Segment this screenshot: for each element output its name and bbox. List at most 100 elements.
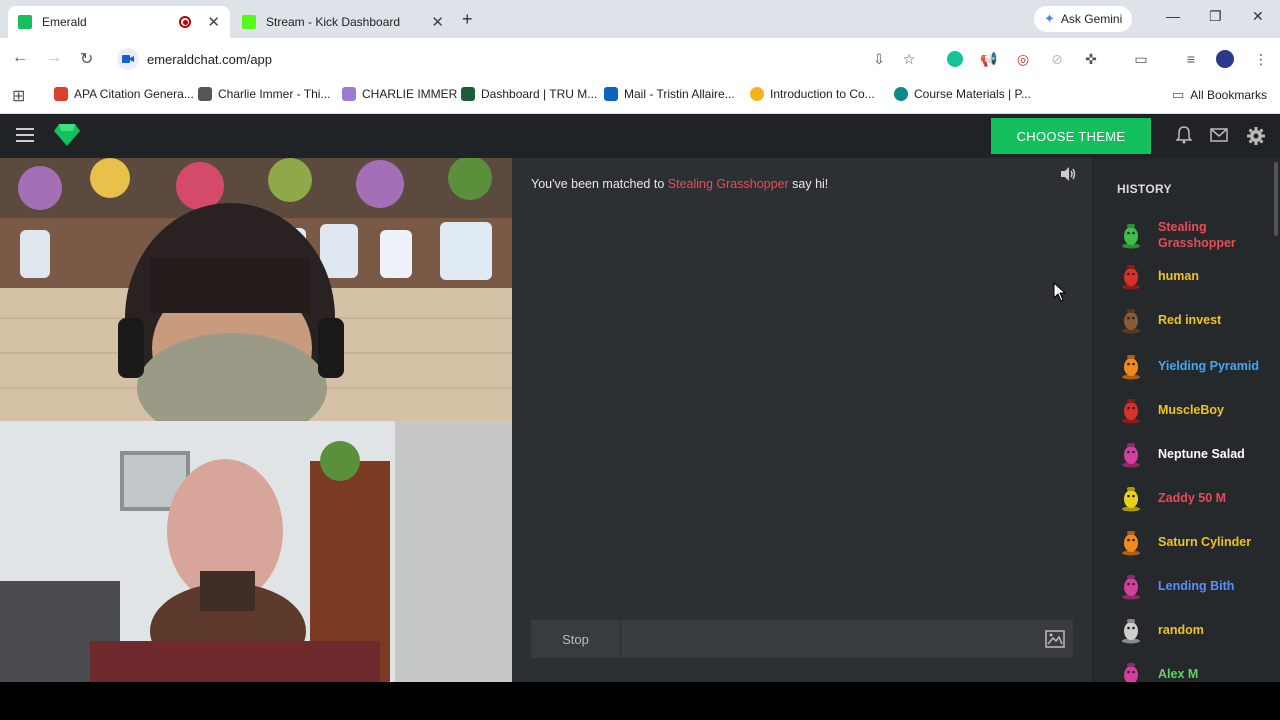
stop-button[interactable]: Stop [531, 620, 621, 658]
all-bookmarks-button[interactable]: ▭ All Bookmarks [1172, 87, 1267, 103]
address-bar[interactable]: emeraldchat.com/app [112, 44, 922, 74]
kick-favicon-icon [242, 15, 256, 29]
history-item-name: Yielding Pyramid [1158, 359, 1259, 373]
close-window-icon[interactable]: ✕ [1252, 8, 1264, 25]
history-item[interactable]: human [1117, 262, 1267, 290]
bookmark-item[interactable]: Introduction to Co... [750, 87, 875, 101]
bookmark-favicon-icon [604, 87, 618, 101]
volume-speaker-icon[interactable] [1060, 166, 1076, 187]
folder-icon: ▭ [1172, 87, 1185, 102]
close-tab-icon[interactable]: ✕ [207, 13, 220, 31]
bookmark-favicon-icon [54, 87, 68, 101]
chat-message-input[interactable] [623, 620, 1033, 658]
history-item[interactable]: Red invest [1117, 306, 1267, 334]
history-item-name: Alex M [1158, 667, 1199, 681]
messages-mail-icon[interactable] [1210, 128, 1228, 147]
avatar-icon [1117, 306, 1145, 334]
bookmark-favicon-icon [894, 87, 908, 101]
extensions-puzzle-icon[interactable]: ✜ [1082, 50, 1100, 68]
screen-capture-extension-icon[interactable]: ◎ [1014, 50, 1032, 68]
image-upload-icon[interactable] [1045, 629, 1065, 654]
bookmark-favicon-icon [342, 87, 356, 101]
mouse-cursor-icon [1053, 281, 1067, 307]
close-tab-icon[interactable]: ✕ [431, 13, 444, 31]
avatar-icon [1117, 221, 1145, 249]
hamburger-menu-icon[interactable] [16, 128, 34, 142]
minimize-icon[interactable]: — [1166, 8, 1180, 24]
chat-pane: You've been matched to Stealing Grasshop… [512, 158, 1092, 682]
history-item-name: random [1158, 623, 1204, 637]
history-item-name: Lending Bith [1158, 579, 1235, 593]
history-item-name: Saturn Cylinder [1158, 535, 1252, 549]
tab-emerald[interactable]: Emerald ✕ [8, 6, 230, 38]
history-item[interactable]: Zaddy 50 M [1117, 484, 1267, 512]
app-header: CHOOSE THEME [0, 114, 1280, 158]
history-item[interactable]: MuscleBoy [1117, 396, 1267, 424]
tab-title: Stream - Kick Dashboard [266, 15, 401, 29]
avatar-icon [1117, 660, 1145, 682]
browser-tab-strip: Emerald ✕ Stream - Kick Dashboard ✕ + ✦ … [0, 0, 1280, 38]
restore-icon[interactable]: ❐ [1209, 8, 1222, 25]
forward-icon[interactable]: → [46, 49, 62, 67]
self-video-feed [0, 421, 512, 682]
grammarly-extension-icon[interactable] [946, 50, 964, 68]
history-item[interactable]: Neptune Salad [1117, 440, 1267, 468]
history-item-name: Neptune Salad [1158, 447, 1245, 461]
browser-toolbar: ← → ↻ emeraldchat.com/app ⇩ ☆ 📢 ◎ ⊘ ✜ ▭ … [0, 38, 1280, 80]
bookmark-item[interactable]: APA Citation Genera... [54, 87, 194, 101]
match-suffix: say hi! [792, 177, 829, 191]
match-message: You've been matched to Stealing Grasshop… [531, 177, 828, 191]
tab-kick-dashboard[interactable]: Stream - Kick Dashboard ✕ [232, 6, 454, 38]
screen-bottom-edge [0, 682, 1280, 720]
history-item[interactable]: Lending Bith [1117, 572, 1267, 600]
bookmark-star-icon[interactable]: ☆ [900, 50, 918, 68]
history-item[interactable]: Yielding Pyramid [1117, 352, 1267, 380]
history-item[interactable]: Stealing Grasshopper [1117, 219, 1267, 251]
avatar-icon [1117, 352, 1145, 380]
history-scrollbar[interactable] [1274, 162, 1278, 236]
profile-avatar-icon[interactable] [1216, 50, 1234, 68]
history-item[interactable]: Saturn Cylinder [1117, 528, 1267, 556]
chat-input-bar: Stop [531, 620, 1073, 658]
bookmark-item[interactable]: Mail - Tristin Allaire... [604, 87, 735, 101]
history-item-name: Stealing Grasshopper [1158, 220, 1236, 250]
bookmark-item[interactable]: Dashboard | TRU M... [461, 87, 597, 101]
new-tab-icon[interactable]: + [462, 9, 473, 30]
tab-title: Emerald [42, 15, 87, 29]
notifications-bell-icon[interactable] [1175, 126, 1193, 149]
partner-video-feed [0, 158, 512, 421]
history-item-name: MuscleBoy [1158, 403, 1224, 417]
emerald-favicon-icon [18, 15, 32, 29]
site-info-icon[interactable] [117, 48, 139, 70]
ask-gemini-button[interactable]: ✦ Ask Gemini [1034, 6, 1133, 32]
cast-icon[interactable]: ▭ [1132, 50, 1150, 68]
video-pane [0, 158, 512, 682]
bookmark-favicon-icon [750, 87, 764, 101]
bookmark-item[interactable]: Course Materials | P... [894, 87, 1031, 101]
reload-icon[interactable]: ↻ [80, 49, 93, 69]
megaphone-extension-icon[interactable]: 📢 [980, 50, 998, 68]
bookmark-item[interactable]: Charlie Immer - Thi... [198, 87, 330, 101]
history-pane: HISTORY Stealing Grasshopper human Red inv… [1092, 158, 1280, 682]
back-icon[interactable]: ← [12, 49, 28, 67]
apps-grid-icon[interactable]: ⊞ [12, 86, 25, 106]
match-partner-name[interactable]: Stealing Grasshopper [668, 177, 789, 191]
bookmark-favicon-icon [461, 87, 475, 101]
history-item[interactable]: Alex M [1117, 660, 1267, 682]
install-app-icon[interactable]: ⇩ [870, 50, 888, 68]
emerald-logo-icon[interactable] [54, 124, 80, 151]
avatar-icon [1117, 484, 1145, 512]
avatar-icon [1117, 572, 1145, 600]
gemini-icon: ✦ [1044, 11, 1055, 26]
reading-list-icon[interactable]: ≡ [1182, 50, 1200, 68]
settings-gear-icon[interactable] [1246, 126, 1266, 151]
browser-menu-icon[interactable]: ⋮ [1252, 50, 1270, 68]
link-extension-icon[interactable]: ⊘ [1048, 50, 1066, 68]
choose-theme-button[interactable]: CHOOSE THEME [991, 118, 1151, 154]
history-title: HISTORY [1117, 182, 1172, 196]
history-item[interactable]: random [1117, 616, 1267, 644]
history-item-name: Zaddy 50 M [1158, 491, 1227, 505]
bookmark-item[interactable]: CHARLIE IMMER [342, 87, 457, 101]
history-item-name: Red invest [1158, 313, 1222, 327]
bookmark-favicon-icon [198, 87, 212, 101]
